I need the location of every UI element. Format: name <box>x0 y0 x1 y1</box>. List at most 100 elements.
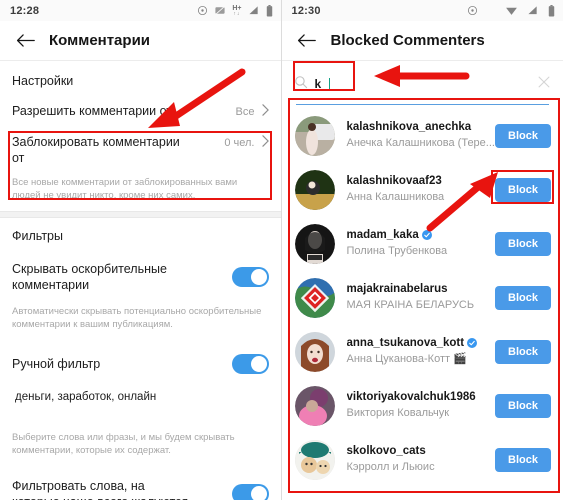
search-row: k <box>294 70 552 98</box>
section-divider <box>0 211 281 218</box>
list-item[interactable]: skolkovo_cats Кэрролл и Льюис Block <box>282 433 563 487</box>
search-area: k <box>282 61 563 106</box>
manual-filter-toggle[interactable] <box>231 354 269 374</box>
hide-offensive-help: Автоматически скрывать потенциально оско… <box>12 306 262 330</box>
status-icons: H+ ↑↓ <box>197 4 273 17</box>
avatar <box>294 278 335 319</box>
signal-icon <box>527 5 539 16</box>
allow-comments-row[interactable]: Разрешить комментарии от Все <box>0 98 281 125</box>
app-bar: Blocked Commenters <box>281 21 563 60</box>
blocked-commenters-list: kalashnikova_anechka Анечка Калашникова … <box>282 105 563 487</box>
page-title: Blocked Commenters <box>330 32 485 49</box>
allow-comments-label: Разрешить комментарии от <box>12 104 173 118</box>
fullname: Кэрролл и Льюис <box>346 461 435 474</box>
hide-offensive-row[interactable]: Скрывать оскорбительные комментарии <box>0 253 281 301</box>
most-reported-toggle[interactable] <box>231 484 269 500</box>
avatar <box>294 386 335 427</box>
most-reported-label: Фильтровать слова, на которые чаще всего… <box>12 479 188 500</box>
back-arrow-icon[interactable] <box>12 28 38 54</box>
hplus-network-icon: H+ ↑↓ <box>232 4 242 17</box>
right-phone-screen: 12:30 Blocked Commenters k kalashnikova_… <box>281 0 563 500</box>
block-button[interactable]: Block <box>495 232 551 257</box>
avatar <box>294 332 335 373</box>
block-comments-value: 0 чел. <box>224 136 255 149</box>
username: skolkovo_cats <box>346 445 426 458</box>
chevron-right-icon <box>261 104 269 119</box>
status-time: 12:28 <box>10 4 40 17</box>
avatar <box>294 116 335 157</box>
block-button[interactable]: Block <box>495 178 551 203</box>
block-comments-label: Заблокировать комментарии от <box>12 135 180 165</box>
username: majakrainabelarus <box>346 283 448 296</box>
battery-icon <box>548 4 555 17</box>
filters-section-heading: Фильтры <box>12 229 63 243</box>
left-phone-screen: 12:28 H+ ↑↓ Комментарии Настройки Разреш… <box>0 0 282 500</box>
fullname: Виктория Ковальчук <box>346 407 450 420</box>
manual-filter-help: Выберите слова или фразы, и мы будем скр… <box>12 432 235 456</box>
fullname: Полина Трубенкова <box>346 245 448 258</box>
block-comments-value-group: 0 чел. <box>224 134 269 150</box>
dual-phone-screenshot: 12:28 H+ ↑↓ Комментарии Настройки Разреш… <box>0 0 563 500</box>
alarm-icon <box>467 5 478 16</box>
username: anna_tsukanova_kott <box>347 337 496 349</box>
text-caret <box>329 77 331 91</box>
wifi-icon <box>505 5 518 16</box>
user-info: madam_kaka Полина Трубенкова <box>347 229 496 259</box>
avatar <box>294 224 335 265</box>
list-item[interactable]: kalashnikova_anechka Анечка Калашникова … <box>282 109 563 163</box>
block-button[interactable]: Block <box>495 394 551 419</box>
page-title: Комментарии <box>49 32 151 49</box>
list-item[interactable]: madam_kaka Полина Трубенкова Block <box>282 217 563 271</box>
list-item[interactable]: majakrainabelarus МАЯ КРАІНА БЕЛАРУСЬ Bl… <box>282 271 563 325</box>
user-info: skolkovo_cats Кэрролл и Льюис <box>347 445 496 475</box>
manual-filter-row[interactable]: Ручной фильтр <box>0 340 281 382</box>
verified-badge-icon <box>467 338 478 349</box>
list-item[interactable]: anna_tsukanova_kott Анна Цуканова-Котт 🎬… <box>282 325 563 379</box>
status-bar: 12:28 H+ ↑↓ <box>0 0 281 21</box>
wifi-off-icon <box>214 5 226 16</box>
chevron-right-icon <box>261 135 269 150</box>
username: kalashnikovaaf23 <box>346 175 442 188</box>
search-input[interactable]: k <box>294 75 331 94</box>
user-info: kalashnikova_anechka Анечка Калашникова … <box>347 121 496 151</box>
most-reported-row[interactable]: Фильтровать слова, на которые чаще всего… <box>0 466 281 500</box>
block-comments-help: Все новые комментарии от заблокированных… <box>12 177 238 201</box>
settings-section-heading: Настройки <box>12 74 74 88</box>
back-arrow-icon[interactable] <box>294 28 320 54</box>
avatar <box>294 170 335 211</box>
signal-icon <box>248 5 260 16</box>
status-icons <box>467 4 555 17</box>
block-comments-row[interactable]: Заблокировать комментарии от 0 чел. <box>0 125 281 172</box>
username: madam_kaka <box>347 229 496 241</box>
user-info: majakrainabelarus МАЯ КРАІНА БЕЛАРУСЬ <box>347 283 496 313</box>
search-value: k <box>314 77 322 91</box>
hide-offensive-toggle[interactable] <box>231 267 269 287</box>
fullname: Анна Цуканова-Котт 🎬 <box>346 353 467 366</box>
hide-offensive-label: Скрывать оскорбительные комментарии <box>12 262 167 292</box>
avatar <box>294 440 335 481</box>
username: viktoriyakovalchuk1986 <box>346 391 476 404</box>
verified-badge-icon <box>421 230 432 241</box>
search-underline <box>295 104 549 106</box>
close-icon[interactable] <box>537 75 551 94</box>
user-info: viktoriyakovalchuk1986 Виктория Ковальчу… <box>347 391 496 421</box>
status-bar: 12:30 <box>281 0 563 21</box>
fullname: МАЯ КРАІНА БЕЛАРУСЬ <box>346 299 475 312</box>
block-button[interactable]: Block <box>495 448 551 473</box>
search-icon <box>294 75 308 94</box>
allow-comments-value-group: Все <box>236 103 269 119</box>
user-info: kalashnikovaaf23 Анна Калашникова <box>347 175 496 205</box>
block-button[interactable]: Block <box>495 124 551 149</box>
manual-filter-label: Ручной фильтр <box>12 357 101 371</box>
list-item[interactable]: viktoriyakovalchuk1986 Виктория Ковальчу… <box>282 379 563 433</box>
list-item[interactable]: kalashnikovaaf23 Анна Калашникова Block <box>282 163 563 217</box>
app-bar: Комментарии <box>0 21 281 60</box>
alarm-icon <box>197 5 208 16</box>
status-time: 12:30 <box>291 4 321 17</box>
block-button[interactable]: Block <box>495 286 551 311</box>
battery-icon <box>266 4 273 17</box>
user-info: anna_tsukanova_kott Анна Цуканова-Котт 🎬 <box>347 337 496 367</box>
username: kalashnikova_anechka <box>346 121 472 134</box>
manual-filter-keywords[interactable]: деньги, заработок, онлайн <box>0 382 281 427</box>
block-button[interactable]: Block <box>495 340 551 365</box>
